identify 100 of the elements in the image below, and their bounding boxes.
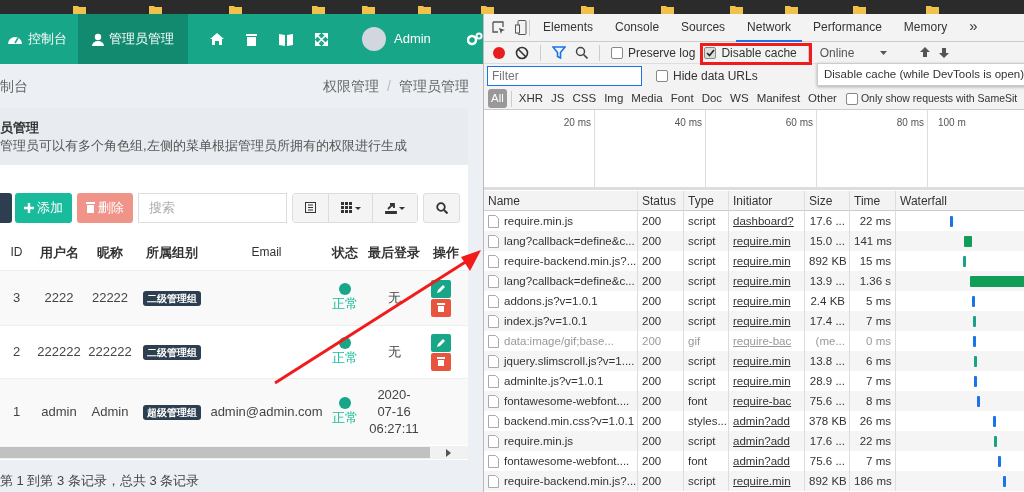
table-cell: script — [688, 215, 716, 227]
table-cell: 7 ms — [866, 315, 891, 327]
toolbar-button[interactable] — [0, 192, 12, 223]
table-cell: 8 ms — [866, 395, 891, 407]
list-view-button[interactable] — [293, 193, 329, 222]
devtools-tab[interactable]: Memory — [892, 14, 959, 42]
breadcrumb-item[interactable]: 权限管理 — [323, 77, 380, 94]
table-cell: 200 — [642, 235, 662, 247]
book-icon[interactable] — [279, 32, 293, 46]
file-icon — [488, 454, 499, 468]
search-button[interactable] — [423, 192, 460, 223]
table-cell: 222222 — [37, 344, 81, 359]
tooltip: Disable cache (while DevTools is open) — [817, 63, 1024, 87]
table-cell: 200 — [642, 215, 662, 227]
devtools-tab[interactable]: Console — [604, 14, 671, 42]
table-cell: script — [688, 235, 716, 247]
edit-button[interactable] — [431, 279, 451, 298]
table-cell: 378 KB — [809, 415, 847, 427]
download-icon[interactable] — [939, 47, 950, 58]
file-icon — [488, 434, 499, 448]
table-cell: Admin — [91, 404, 129, 420]
initiator-link[interactable]: admin?add — [733, 415, 790, 427]
plus-icon — [24, 202, 34, 213]
request-name[interactable]: require.min.js — [504, 211, 574, 231]
checkbox-option[interactable]: Only show requests with SameSit — [845, 90, 1018, 107]
type-filter[interactable]: Manifest — [753, 88, 804, 109]
type-filter[interactable]: Img — [601, 88, 627, 109]
checkbox-option[interactable]: Disable cache — [704, 43, 797, 62]
table-cell: script — [688, 435, 716, 447]
column-header[interactable]: Name — [488, 194, 520, 208]
initiator-link[interactable]: dashboard? — [733, 215, 794, 227]
devtools-tab[interactable]: Sources — [670, 14, 737, 42]
filter-field[interactable]: Filter — [487, 66, 642, 86]
scroll-right-icon[interactable] — [446, 448, 451, 457]
settings-icon[interactable] — [466, 32, 483, 46]
request-name[interactable]: adminlte.js?v=1.0.1 — [504, 371, 604, 391]
waterfall-bar — [993, 416, 996, 427]
type-filter[interactable]: Font — [667, 88, 697, 109]
table-cell: 7 ms — [866, 455, 891, 467]
breadcrumb-item[interactable]: 管理员管理 — [399, 77, 469, 94]
table-cell: 15.0 ... — [809, 235, 845, 247]
table-cell: styles... — [688, 415, 727, 427]
initiator-link[interactable]: require.min — [733, 295, 791, 307]
more-tabs-button[interactable]: » — [958, 14, 989, 42]
edit-button[interactable] — [431, 333, 451, 352]
table-cell: script — [688, 315, 716, 327]
type-filter[interactable]: WS — [727, 88, 752, 109]
column-header: 昵称 — [97, 244, 123, 260]
table-cell: 22 ms — [859, 215, 891, 227]
table-cell: 186 ms — [854, 475, 892, 487]
table-cell: admin@admin.com — [210, 404, 323, 420]
inspect-icon[interactable] — [492, 20, 506, 35]
type-filter[interactable]: JS — [548, 88, 568, 109]
scrollbar[interactable] — [0, 446, 468, 459]
throttle-dropdown[interactable]: Online — [819, 43, 888, 62]
table-cell: admin — [41, 404, 77, 420]
record-button[interactable] — [492, 45, 506, 60]
search-icon[interactable] — [575, 46, 588, 59]
checkbox-option[interactable]: Hide data URLs — [656, 67, 758, 85]
fullscreen-icon[interactable] — [315, 32, 328, 46]
export-button[interactable] — [373, 193, 417, 222]
type-filter[interactable]: Doc — [698, 88, 726, 109]
delete-button[interactable] — [431, 352, 451, 371]
delete-button[interactable] — [431, 298, 451, 317]
search-field[interactable]: 搜索 — [138, 192, 287, 223]
request-name[interactable]: addons.js?v=1.0.1 — [504, 291, 598, 311]
request-name[interactable]: fontawesome-webfont.... — [504, 451, 630, 471]
filter-icon[interactable] — [552, 46, 566, 59]
waterfall-bar — [973, 316, 976, 327]
type-filter[interactable]: XHR — [515, 88, 547, 109]
request-name[interactable]: require-backend.min.js?... — [504, 251, 637, 271]
table-cell: 2.4 KB — [810, 295, 845, 307]
waterfall-bar — [964, 236, 972, 247]
column-header: 状态 — [332, 244, 358, 260]
breadcrumb-item[interactable]: 制台 — [0, 75, 28, 97]
type-filter[interactable]: Other — [805, 88, 840, 109]
initiator-link[interactable]: require.min — [733, 255, 791, 267]
home-icon[interactable] — [210, 33, 224, 45]
table-cell: 200 — [642, 255, 662, 267]
devtools-tab[interactable]: Elements — [532, 14, 605, 42]
initiator-link[interactable]: admin?add — [733, 455, 790, 467]
clear-icon[interactable] — [515, 45, 529, 60]
table-cell: 0 ms — [866, 335, 891, 347]
export-icon — [385, 201, 405, 214]
trash-icon[interactable] — [246, 32, 257, 46]
columns-button[interactable] — [329, 193, 373, 222]
table-cell: 13.9 ... — [809, 275, 845, 287]
type-filter[interactable]: CSS — [569, 88, 600, 109]
device-icon[interactable] — [515, 20, 527, 35]
upload-icon[interactable] — [920, 47, 931, 58]
waterfall-bar — [973, 336, 976, 347]
panel-title: 员管理 — [0, 119, 40, 137]
nav-item[interactable]: 管理员管理 — [78, 14, 188, 64]
request-name[interactable]: backend.min.css?v=1.0.1 — [504, 411, 635, 431]
tick-label: 40 ms — [674, 116, 702, 130]
type-filter[interactable]: Media — [628, 88, 666, 109]
waterfall-bar — [974, 376, 977, 387]
checkbox-option[interactable]: Preserve log — [611, 43, 696, 62]
initiator-link[interactable]: require.min — [733, 375, 791, 387]
devtools-tab[interactable]: Performance — [802, 14, 893, 42]
